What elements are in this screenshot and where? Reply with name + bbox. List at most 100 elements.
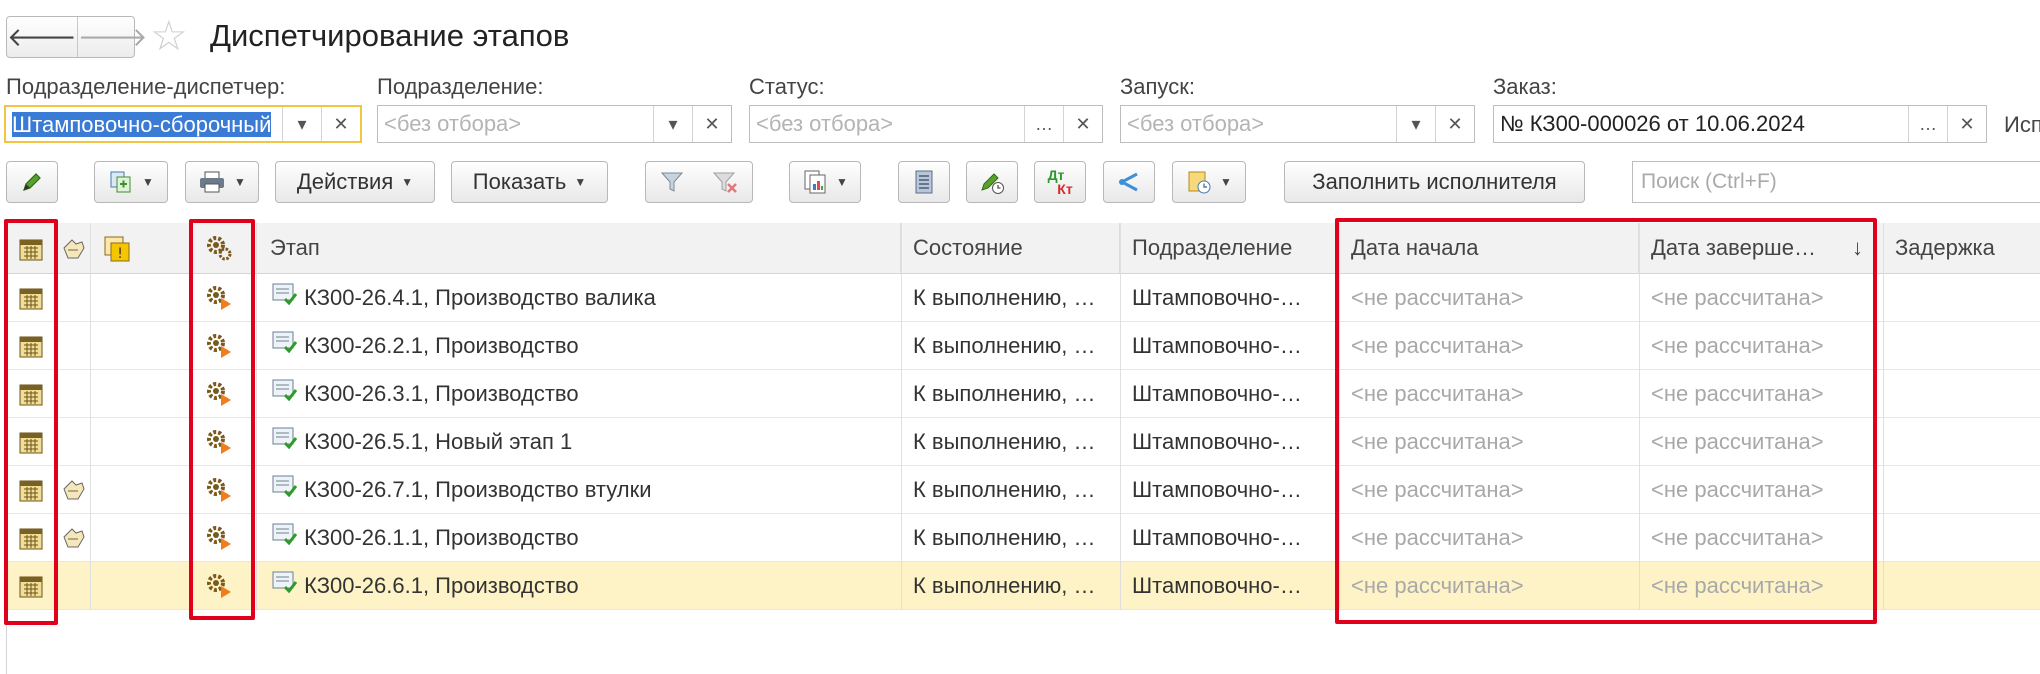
clear-button[interactable]: ✕ (1435, 106, 1474, 142)
column-header-state[interactable]: Состояние (901, 223, 1120, 273)
document-check-icon (270, 515, 298, 562)
launch-field[interactable]: <без отбора> ▾ ✕ (1120, 105, 1475, 143)
highlight-calendar-column (4, 219, 58, 625)
order-label: Заказ: (1493, 74, 1557, 99)
division-cell: Штамповочно-… (1132, 429, 1302, 454)
svg-text:!: ! (117, 246, 123, 262)
clear-filter-icon[interactable] (711, 169, 739, 195)
dropdown-button[interactable]: ▾ (282, 107, 321, 141)
nav-buttons: 🡐 🡒 (6, 16, 147, 58)
select-button[interactable]: … (1024, 106, 1063, 142)
dispatcher-value: Штамповочно-сборочный (12, 112, 272, 137)
executor-label: Исп (2004, 112, 2040, 137)
show-label: Показать (472, 169, 567, 194)
search-input[interactable]: Поиск (Ctrl+F) (1632, 161, 2040, 203)
printer-icon (200, 171, 225, 193)
division-cell: Штамповочно-… (1132, 477, 1302, 502)
hand-pointer-icon (60, 236, 88, 267)
page-title: Диспетчирование этапов (210, 18, 570, 53)
state-cell: К выполнению, … (913, 477, 1096, 502)
division-field[interactable]: <без отбора> ▾ ✕ (377, 105, 732, 143)
filter-icon[interactable] (659, 169, 685, 195)
select-button[interactable]: … (1908, 106, 1947, 142)
actions-label: Действия (296, 169, 394, 194)
report-button[interactable]: ▼ (789, 161, 861, 203)
division-cell: Штамповочно-… (1132, 525, 1302, 550)
division-cell: Штамповочно-… (1132, 573, 1302, 598)
division-cell: Штамповочно-… (1132, 333, 1302, 358)
chevron-down-icon: ▼ (1220, 175, 1232, 189)
document-clock-icon (1188, 171, 1211, 194)
dropdown-button[interactable]: ▾ (1396, 106, 1435, 142)
dispatcher-label: Подразделение-диспетчер: (6, 74, 286, 99)
division-label: Подразделение: (377, 74, 544, 99)
edit-button[interactable] (6, 161, 58, 203)
stage-name: КЗ00-26.1.1, Производство (304, 525, 579, 550)
clear-button[interactable]: ✕ (1063, 106, 1102, 142)
report-chart-icon (804, 170, 826, 194)
document-check-icon (270, 563, 298, 610)
filter-group (645, 161, 753, 203)
column-header-delay[interactable]: Задержка (1883, 223, 2040, 273)
division-cell: Штамповочно-… (1132, 381, 1302, 406)
dt-kt-button[interactable]: Дт Кт (1034, 161, 1086, 203)
chevron-down-icon: ▼ (836, 175, 848, 189)
schedule-button[interactable]: ▼ (1172, 161, 1246, 203)
status-field[interactable]: <без отбора> … ✕ (749, 105, 1103, 143)
print-button[interactable]: ▼ (185, 161, 259, 203)
dropdown-button[interactable]: ▾ (653, 106, 692, 142)
column-header-division[interactable]: Подразделение (1120, 223, 1339, 273)
copy-create-button[interactable]: ▼ (94, 161, 168, 203)
column-header-stage[interactable]: Этап (258, 223, 901, 273)
pencil-icon (23, 173, 41, 191)
chevron-down-icon: ▼ (234, 175, 246, 189)
hand-pointer-icon (60, 477, 88, 508)
order-value: № КЗ00-000026 от 10.06.2024 (1500, 111, 1805, 136)
hand-pointer-icon (60, 525, 88, 556)
stage-name: КЗ00-26.2.1, Производство (304, 333, 579, 358)
state-cell: К выполнению, … (913, 381, 1096, 406)
document-check-icon (270, 371, 298, 418)
forward-button[interactable]: 🡒 (76, 17, 147, 57)
dispatcher-field[interactable]: Штамповочно-сборочный ▾ ✕ (4, 105, 362, 143)
chevron-down-icon: ▼ (142, 175, 154, 189)
document-check-icon (270, 323, 298, 370)
clear-button[interactable]: ✕ (692, 106, 731, 142)
state-cell: К выполнению, … (913, 333, 1096, 358)
stage-name: КЗ00-26.7.1, Производство втулки (304, 477, 652, 502)
highlight-dates-columns (1335, 218, 1877, 624)
warning-copy-icon: ! (102, 234, 132, 269)
favorite-star-icon[interactable]: ☆ (150, 14, 188, 58)
state-cell: К выполнению, … (913, 285, 1096, 310)
fill-executor-button[interactable]: Заполнить исполнителя (1284, 161, 1585, 203)
chevron-down-icon: ▼ (574, 175, 587, 189)
back-button[interactable]: 🡐 (7, 17, 77, 57)
clear-button[interactable]: ✕ (321, 107, 360, 141)
list-button[interactable] (898, 161, 950, 203)
document-check-icon (270, 467, 298, 514)
highlight-gears-column (189, 219, 255, 620)
share-structure-icon (1118, 172, 1138, 192)
edit-schedule-button[interactable] (966, 161, 1018, 203)
document-check-icon (270, 419, 298, 466)
show-button[interactable]: Показать ▼ (451, 161, 608, 203)
launch-label: Запуск: (1120, 74, 1195, 99)
stage-name: КЗ00-26.4.1, Производство валика (304, 285, 656, 310)
stage-name: КЗ00-26.6.1, Производство (304, 573, 579, 598)
structure-button[interactable] (1103, 161, 1155, 203)
actions-button[interactable]: Действия ▼ (275, 161, 435, 203)
state-cell: К выполнению, … (913, 525, 1096, 550)
chevron-down-icon: ▼ (401, 175, 414, 189)
pencil-clock-icon (981, 173, 1004, 194)
state-cell: К выполнению, … (913, 573, 1096, 598)
launch-placeholder: <без отбора> (1127, 111, 1265, 136)
dt-label: Дт (1047, 167, 1065, 183)
order-field[interactable]: № КЗ00-000026 от 10.06.2024 … ✕ (1493, 105, 1987, 143)
stage-name: КЗ00-26.3.1, Производство (304, 381, 579, 406)
status-placeholder: <без отбора> (756, 111, 894, 136)
document-check-icon (270, 275, 298, 322)
state-cell: К выполнению, … (913, 429, 1096, 454)
kt-label: Кт (1057, 181, 1073, 197)
clear-button[interactable]: ✕ (1947, 106, 1986, 142)
list-icon (915, 170, 933, 194)
